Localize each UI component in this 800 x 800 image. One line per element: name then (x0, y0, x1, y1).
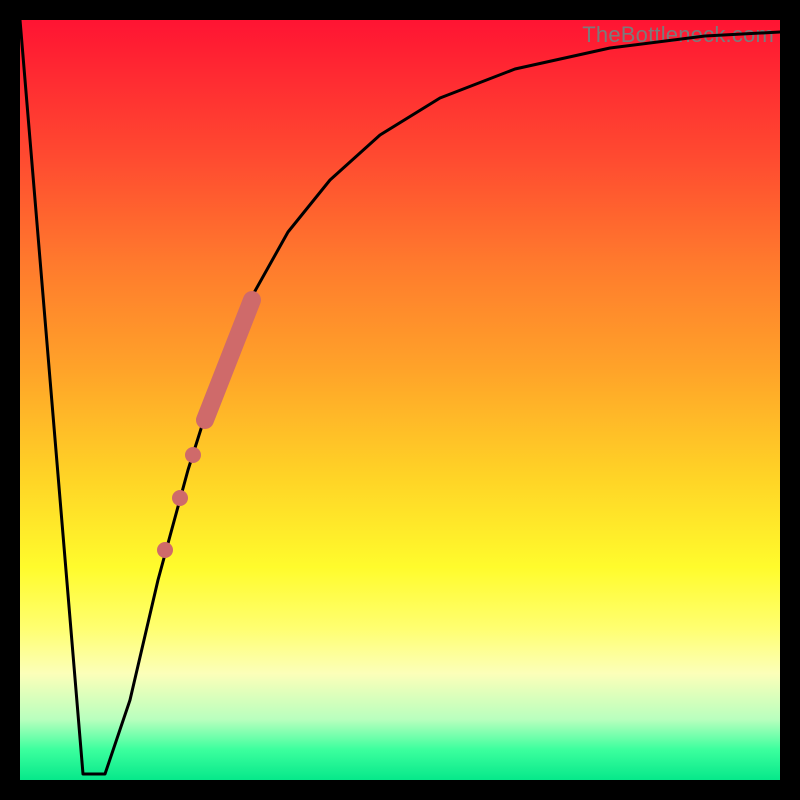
marker-dot (172, 490, 188, 506)
bottleneck-curve (20, 20, 780, 774)
plot-area: TheBottleneck.com (20, 20, 780, 780)
highlight-segment-thick (205, 300, 252, 420)
curve-layer (20, 20, 780, 780)
chart-frame: TheBottleneck.com (0, 0, 800, 800)
marker-dot (157, 542, 173, 558)
marker-dot (185, 447, 201, 463)
